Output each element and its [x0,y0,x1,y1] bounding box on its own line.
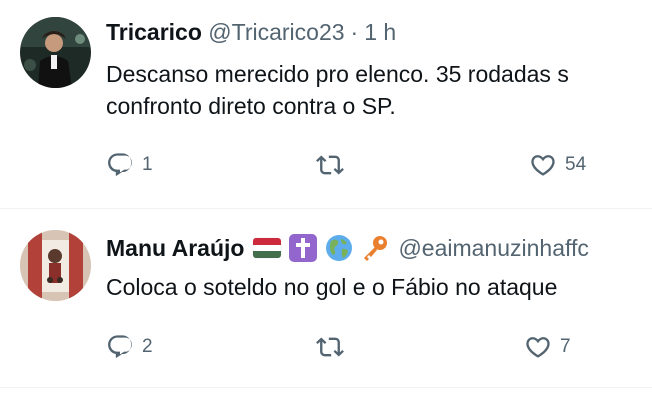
globe-emoji [326,234,353,261]
tweet[interactable]: Manu Araújo @eaimanuzinhaffc Coloca o so… [0,209,652,388]
hungary-flag-emoji [253,237,282,259]
user-handle[interactable]: @Tricarico23 [208,19,344,45]
like-button[interactable]: 54 [529,151,586,179]
like-button[interactable]: 7 [524,333,571,361]
tweet-text-line: Descanso merecido pro elenco. 35 rodadas… [106,61,569,87]
action-bar: 2 7 [106,333,652,363]
avatar-image [20,230,91,301]
avatar[interactable] [20,17,91,88]
like-count: 7 [560,336,571,357]
action-bar: 1 54 [106,151,652,181]
latin-cross-emoji [289,233,318,262]
retweet-icon [316,337,344,357]
key-emoji [364,235,388,261]
heart-icon [531,155,555,176]
separator-dot: · [350,19,359,45]
like-count: 54 [565,154,587,175]
tweet-header: Manu Araújo @eaimanuzinhaffc [106,233,589,265]
display-name[interactable]: Tricarico [106,19,202,45]
reply-icon [108,153,132,176]
avatar-image [20,17,91,88]
display-name[interactable]: Manu Araújo [106,235,244,261]
tweet-header: Tricarico @Tricarico23 · 1 h [106,17,396,47]
reply-button[interactable]: 1 [106,151,153,179]
retweet-button[interactable] [316,333,352,361]
avatar[interactable] [20,230,91,301]
reply-count: 2 [142,336,153,357]
timestamp[interactable]: 1 h [364,19,396,45]
retweet-button[interactable] [316,151,352,179]
name-emojis [252,233,390,263]
heart-icon [526,337,550,358]
tweet-text: Coloca o soteldo no gol e o Fábio no ata… [106,271,557,303]
reply-button[interactable]: 2 [106,333,153,361]
tweet-text-line: Coloca o soteldo no gol e o Fábio no ata… [106,274,558,300]
tweet[interactable]: Tricarico @Tricarico23 · 1 h Descanso mere… [0,0,652,209]
user-handle[interactable]: @eaimanuzinhaffc [398,235,588,261]
tweet-text-line: confronto direto contra o SP. [106,93,396,119]
retweet-icon [316,155,344,175]
tweet-text: Descanso merecido pro elenco. 35 rodadas… [106,58,569,122]
reply-count: 1 [142,154,153,175]
reply-icon [108,335,132,358]
